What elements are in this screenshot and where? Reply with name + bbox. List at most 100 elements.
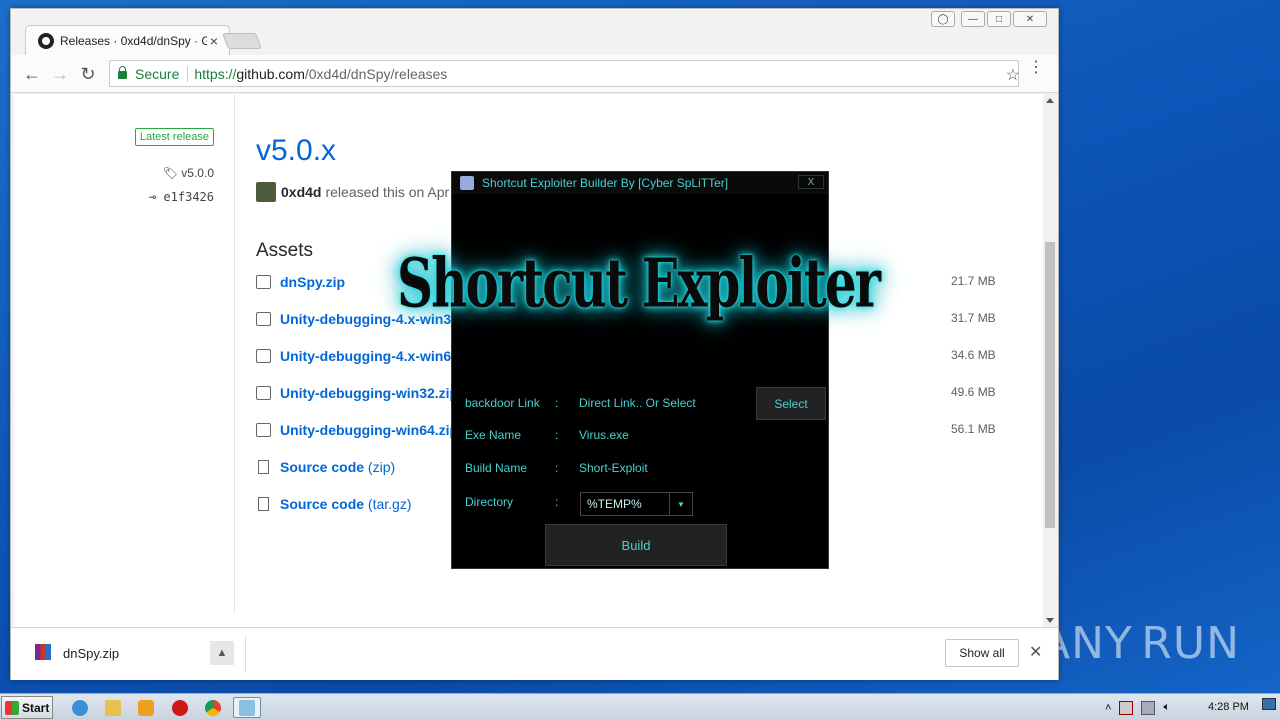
release-author[interactable]: 0xd4d <box>281 184 321 200</box>
scroll-down-icon[interactable] <box>1046 618 1054 623</box>
volume-icon[interactable]: 🔈︎ <box>1163 701 1170 714</box>
package-icon <box>256 386 271 400</box>
chrome-icon[interactable] <box>199 697 227 718</box>
window-close-icon[interactable]: ✕ <box>1013 11 1047 27</box>
scroll-thumb[interactable] <box>1045 242 1055 528</box>
window-controls: ◯ <box>931 11 955 29</box>
new-tab-button[interactable] <box>222 33 262 49</box>
asset-name: Unity-debugging-4.x-win64 <box>280 348 459 364</box>
media-player-icon[interactable] <box>132 697 160 718</box>
package-icon <box>256 312 271 326</box>
build-name-input[interactable]: Short-Exploit <box>579 461 648 475</box>
asset-name: Unity-debugging-win64.zip <box>280 422 459 438</box>
shortcut-exploiter-banner: Shortcut Exploiter <box>396 242 881 322</box>
release-meta: 0xd4d released this on Apr <box>256 182 449 202</box>
restore-icon[interactable]: □ <box>987 11 1011 27</box>
menu-dots-icon[interactable]: ⋮ <box>1028 60 1044 76</box>
shortcut-exploiter-task-icon[interactable] <box>233 697 261 718</box>
asset-size: 49.6 MB <box>951 385 996 399</box>
scroll-up-icon[interactable] <box>1046 98 1054 103</box>
bookmark-star-icon[interactable]: ☆ <box>1006 65 1020 85</box>
asset-name: dnSpy.zip <box>280 274 346 290</box>
select-button[interactable]: Select <box>756 387 826 420</box>
latest-release-badge: Latest release <box>134 128 214 146</box>
forward-icon[interactable]: → <box>49 63 71 85</box>
browser-toolbar: ← → ↻ Secure https:// github.com /0xd4d/… <box>11 55 1058 93</box>
dialog-title: Shortcut Exploiter Builder By [Cyber SpL… <box>482 176 729 190</box>
window-buttons: — □ ✕ <box>961 11 1047 29</box>
download-shelf: dnSpy.zip ▲ Show all ✕ <box>11 627 1058 680</box>
opera-icon[interactable] <box>166 697 194 718</box>
package-icon <box>256 349 271 363</box>
url-protocol: https:// <box>194 65 237 82</box>
release-commit[interactable]: ⊸ e1f3426 <box>149 190 214 204</box>
directory-select[interactable]: %TEMP% ▼ <box>580 492 693 516</box>
winrar-archive-icon <box>35 644 51 660</box>
release-tag[interactable]: 🏷︎ v5.0.0 <box>163 166 214 180</box>
minimize-icon[interactable]: — <box>961 11 985 27</box>
taskbar-clock[interactable]: 4:28 PM <box>1208 701 1249 713</box>
source-zip-ext: (zip) <box>367 459 396 475</box>
backdoor-link-label: backdoor Link <box>465 396 540 410</box>
start-button[interactable]: Start <box>1 696 53 719</box>
build-name-row: Build Name : Short-Exploit <box>465 461 648 475</box>
tray-expand-icon[interactable]: ˄ <box>1105 702 1111 714</box>
exe-name-input[interactable]: Virus.exe <box>579 428 629 442</box>
taskbar: Start ˄ 🔈︎ 4:28 PM <box>0 693 1280 720</box>
asset-link[interactable]: dnSpy.zip <box>256 272 345 292</box>
dialog-close-button[interactable]: X <box>798 175 824 189</box>
source-zip-label: Source code <box>280 459 365 475</box>
tab-close-icon[interactable]: × <box>207 33 221 49</box>
page-scrollbar[interactable] <box>1043 94 1057 627</box>
show-desktop-icon[interactable] <box>1262 698 1276 710</box>
watermark-right: RUN <box>1141 617 1240 669</box>
asset-size: 56.1 MB <box>951 422 996 436</box>
action-center-icon[interactable] <box>1119 700 1134 715</box>
app-icon <box>460 176 474 190</box>
tab-releases[interactable]: Releases · 0xd4d/dnSpy · G × <box>25 25 230 55</box>
exe-name-label: Exe Name <box>465 428 522 442</box>
start-label: Start <box>22 700 50 715</box>
download-shelf-close-icon[interactable]: ✕ <box>1029 642 1042 662</box>
source-tar-label: Source code <box>280 496 365 512</box>
commit-hash: e1f3426 <box>163 190 214 204</box>
directory-value: %TEMP% <box>581 493 670 515</box>
avatar[interactable] <box>256 182 276 202</box>
source-zip-link[interactable]: Source code (zip) <box>256 457 395 477</box>
ie-icon[interactable] <box>66 697 94 718</box>
reload-icon[interactable]: ↻ <box>77 63 99 85</box>
lock-icon <box>118 66 127 79</box>
windows-logo-icon <box>5 700 19 715</box>
asset-size: 34.6 MB <box>951 348 996 362</box>
profile-icon[interactable]: ◯ <box>931 11 955 27</box>
source-tar-link[interactable]: Source code (tar.gz) <box>256 494 412 514</box>
shortcut-exploiter-dialog: Shortcut Exploiter Builder By [Cyber SpL… <box>396 171 881 569</box>
url-host: github.com <box>236 65 305 82</box>
tab-title: Releases · 0xd4d/dnSpy · G <box>60 33 207 48</box>
directory-row: Directory : <box>465 495 559 509</box>
download-item-name[interactable]: dnSpy.zip <box>63 646 119 661</box>
build-button[interactable]: Build <box>545 524 727 566</box>
build-name-label: Build Name <box>465 461 528 475</box>
asset-link[interactable]: Unity-debugging-4.x-win64 <box>256 346 459 366</box>
chevron-down-icon[interactable]: ▼ <box>670 493 692 515</box>
tab-strip: Releases · 0xd4d/dnSpy · G × ◯ — □ ✕ <box>11 9 1058 55</box>
address-bar[interactable]: Secure https:// github.com /0xd4d/dnSpy/… <box>109 60 1019 87</box>
back-icon[interactable]: ← <box>21 63 43 85</box>
release-title[interactable]: v5.0.x <box>256 134 336 168</box>
source-tar-ext: (tar.gz) <box>367 496 412 512</box>
package-icon <box>256 275 271 289</box>
package-icon <box>256 423 271 437</box>
exe-name-row: Exe Name : Virus.exe <box>465 428 629 442</box>
asset-link[interactable]: Unity-debugging-win32.zip <box>256 383 458 403</box>
assets-heading: Assets <box>256 240 314 261</box>
backdoor-link-input[interactable]: Direct Link.. Or Select <box>579 396 696 410</box>
asset-link[interactable]: Unity-debugging-win64.zip <box>256 420 458 440</box>
github-icon <box>38 32 54 49</box>
explorer-folder-icon[interactable] <box>99 697 127 718</box>
release-tag-label: v5.0.0 <box>181 166 214 180</box>
dialog-titlebar[interactable]: Shortcut Exploiter Builder By [Cyber SpL… <box>452 172 828 194</box>
show-all-button[interactable]: Show all <box>945 639 1019 667</box>
download-options-chevron-icon[interactable]: ▲ <box>210 641 234 665</box>
network-icon[interactable] <box>1141 700 1156 715</box>
